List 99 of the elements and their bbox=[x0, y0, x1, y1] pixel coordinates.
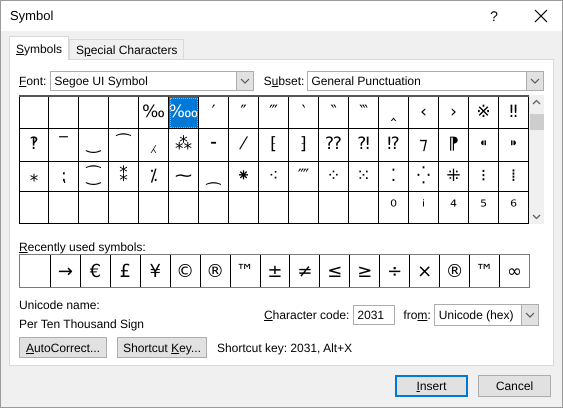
symbol-cell[interactable]: ⁁ bbox=[139, 129, 169, 162]
help-button[interactable]: ? bbox=[484, 6, 504, 26]
symbol-cell[interactable] bbox=[289, 192, 319, 224]
symbol-cell[interactable]: ‰ bbox=[139, 97, 169, 129]
symbol-cell[interactable]: ⁄ bbox=[229, 129, 259, 162]
symbol-cell[interactable] bbox=[349, 192, 379, 224]
symbol-cell[interactable]: ⁈ bbox=[349, 129, 379, 162]
character-code-label: Character code: bbox=[264, 307, 350, 324]
symbol-cell[interactable] bbox=[19, 97, 49, 129]
symbol-cell[interactable]: ⁂ bbox=[169, 129, 199, 162]
symbol-cell[interactable]: ‹ bbox=[409, 97, 439, 129]
chevron-down-icon bbox=[530, 78, 540, 84]
symbol-cell[interactable]: ⁵ bbox=[469, 192, 499, 224]
symbol-cell[interactable]: ⁒ bbox=[139, 162, 169, 192]
scroll-down-icon[interactable] bbox=[532, 214, 541, 220]
symbol-cell[interactable]: ⁊ bbox=[409, 129, 439, 162]
symbol-cell[interactable]: ⁅ bbox=[259, 129, 289, 162]
symbol-cell[interactable]: ‼ bbox=[499, 97, 529, 129]
symbol-cell[interactable]: ⁚ bbox=[379, 162, 409, 192]
symbol-cell[interactable]: ⁍ bbox=[499, 129, 529, 162]
symbol-cell[interactable]: ⁖ bbox=[259, 162, 289, 192]
symbol-cell[interactable]: ⁕ bbox=[229, 162, 259, 192]
scrollbar[interactable] bbox=[529, 95, 544, 224]
symbol-cell[interactable]: ‾ bbox=[49, 129, 79, 162]
symbol-cell[interactable]: ‵ bbox=[289, 97, 319, 129]
symbol-cell[interactable]: ⁇ bbox=[319, 129, 349, 162]
from-dropdown[interactable]: Unicode (hex) bbox=[434, 304, 539, 326]
symbol-cell[interactable]: ⁴ bbox=[439, 192, 469, 224]
unicode-name-value: Per Ten Thousand Sign bbox=[19, 316, 145, 332]
from-label: from: bbox=[403, 307, 431, 324]
symbol-cell[interactable] bbox=[169, 192, 199, 224]
symbol-cell[interactable]: ⁌ bbox=[469, 129, 499, 162]
symbol-cell[interactable]: ⁗ bbox=[289, 162, 319, 192]
dropdown-value: Unicode (hex) bbox=[438, 307, 514, 324]
symbol-cell[interactable]: ‴ bbox=[259, 97, 289, 129]
symbol-cell[interactable]: ⁙ bbox=[349, 162, 379, 192]
symbol-cell[interactable]: ⁋ bbox=[439, 129, 469, 162]
chevron-down-icon bbox=[240, 78, 250, 84]
tab[interactable]: Symbols bbox=[9, 36, 70, 60]
autocorrect-button[interactable]: AutoCorrect... bbox=[19, 337, 107, 358]
symbol-cell[interactable]: ⁐ bbox=[79, 162, 109, 192]
symbol-cell[interactable]: ⁰ bbox=[379, 192, 409, 224]
symbol-cell[interactable]: ⁎ bbox=[19, 162, 49, 192]
scroll-thumb[interactable] bbox=[530, 114, 544, 130]
symbol-cell[interactable]: ‿ bbox=[79, 129, 109, 162]
font-label: Font: bbox=[19, 73, 46, 90]
symbol-cell[interactable]: ″ bbox=[229, 97, 259, 129]
symbol-cell[interactable]: ‶ bbox=[319, 97, 349, 129]
window-title: Symbol bbox=[10, 7, 54, 26]
symbol-cell[interactable] bbox=[79, 192, 109, 224]
shortcut-key-text: Shortcut key: 2031, Alt+X bbox=[217, 340, 352, 356]
symbol-cell[interactable]: ※ bbox=[469, 97, 499, 129]
symbol-cell[interactable]: ‱ bbox=[169, 97, 199, 129]
symbol-cell[interactable] bbox=[199, 192, 229, 224]
subset-dropdown[interactable]: General Punctuation bbox=[307, 71, 544, 91]
symbol-cell[interactable]: ⁀ bbox=[109, 129, 139, 162]
symbol-cell[interactable]: ⁘ bbox=[319, 162, 349, 192]
symbol-cell[interactable]: ⁉ bbox=[379, 129, 409, 162]
symbol-cell[interactable] bbox=[49, 192, 79, 224]
chevron-down-icon bbox=[524, 312, 535, 318]
symbol-cell[interactable]: ⁱ bbox=[409, 192, 439, 224]
symbol-cell[interactable] bbox=[139, 192, 169, 224]
symbol-cell[interactable]: ⁛ bbox=[409, 162, 439, 192]
symbol-cell[interactable] bbox=[319, 192, 349, 224]
symbol-cell[interactable]: ‽ bbox=[19, 129, 49, 162]
dialog-button[interactable]: Insert bbox=[395, 375, 468, 397]
dropdown-value: General Punctuation bbox=[311, 73, 421, 90]
symbol-cell[interactable]: ⁜ bbox=[439, 162, 469, 192]
symbol-cell[interactable] bbox=[229, 192, 259, 224]
symbol-cell[interactable] bbox=[49, 97, 79, 129]
symbol-cell[interactable]: ⁶ bbox=[499, 192, 529, 224]
symbol-cell[interactable] bbox=[109, 192, 139, 224]
symbol-cell[interactable]: ‷ bbox=[349, 97, 379, 129]
symbol-cell[interactable]: ⁔ bbox=[199, 162, 229, 192]
symbol-cell[interactable]: ‸ bbox=[379, 97, 409, 129]
symbol-cell[interactable]: ′ bbox=[199, 97, 229, 129]
symbol-cell[interactable]: ⁆ bbox=[289, 129, 319, 162]
dropdown-value: Segoe UI Symbol bbox=[54, 73, 148, 90]
shortcut-key-button[interactable]: Shortcut Key... bbox=[117, 337, 207, 358]
symbol-cell[interactable]: ⁃ bbox=[199, 129, 229, 162]
symbol-cell[interactable]: ⁏ bbox=[49, 162, 79, 192]
symbol-cell[interactable] bbox=[79, 97, 109, 129]
symbol-cell[interactable]: ⁓ bbox=[169, 162, 199, 192]
symbol-cell[interactable] bbox=[109, 97, 139, 129]
symbol-cell[interactable]: ⁑ bbox=[109, 162, 139, 192]
symbol-cell[interactable] bbox=[259, 192, 289, 224]
unicode-name-label: Unicode name: bbox=[19, 297, 101, 313]
font-dropdown[interactable]: Segoe UI Symbol bbox=[50, 71, 254, 91]
symbol-cell[interactable]: ⁝ bbox=[469, 162, 499, 192]
recently-used-label: Recently used symbols: bbox=[19, 239, 147, 252]
symbol-cell[interactable] bbox=[19, 192, 49, 224]
symbol-cell[interactable]: › bbox=[439, 97, 469, 129]
scroll-up-icon[interactable] bbox=[532, 99, 541, 105]
close-icon[interactable] bbox=[534, 9, 548, 23]
symbol-cell[interactable]: ⁞ bbox=[499, 162, 529, 192]
character-code-field[interactable]: 2031 bbox=[353, 305, 396, 325]
subset-label: Subset: bbox=[264, 73, 304, 90]
dialog-button[interactable]: Cancel bbox=[478, 375, 551, 397]
tab[interactable]: Special Characters bbox=[69, 39, 184, 59]
